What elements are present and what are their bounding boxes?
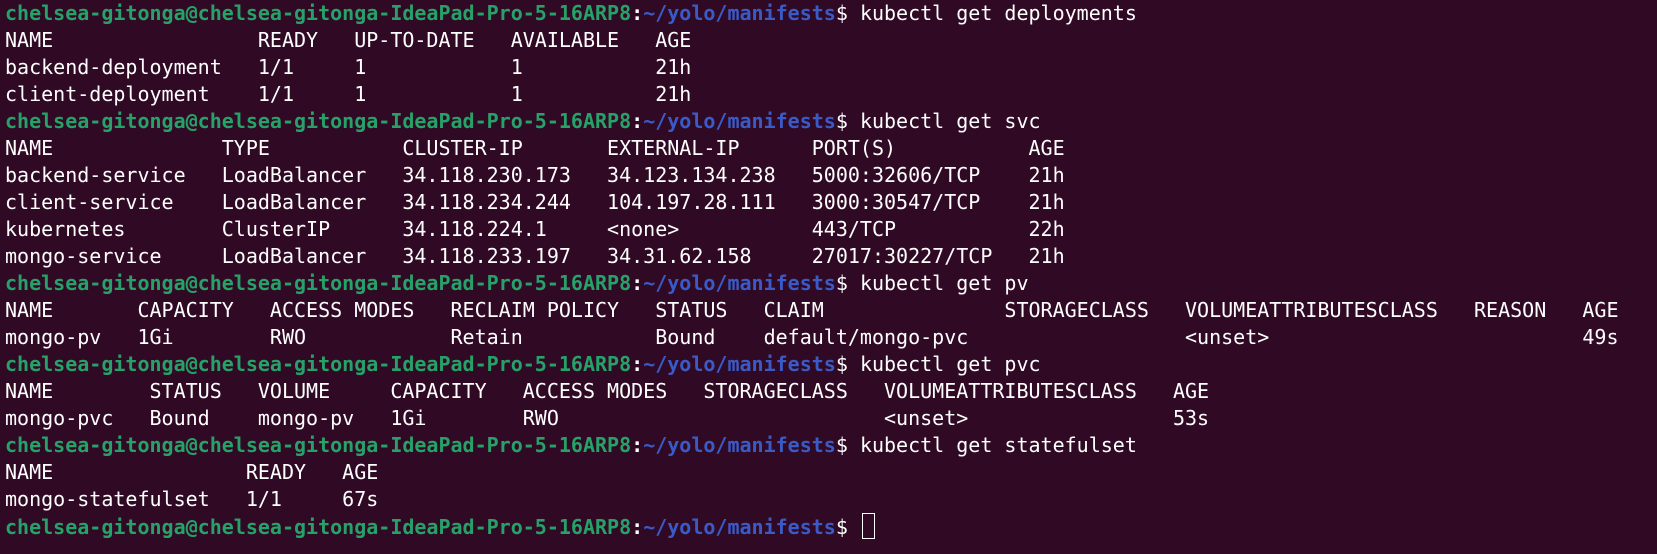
prompt-user-host: chelsea-gitonga@chelsea-gitonga-IdeaPad-… <box>5 1 632 25</box>
prompt-separator: : <box>631 109 644 133</box>
output-line: NAME TYPE CLUSTER-IP EXTERNAL-IP PORT(S)… <box>5 136 1065 160</box>
prompt-path: ~/yolo/manifests <box>643 271 836 295</box>
prompt-user-host: chelsea-gitonga@chelsea-gitonga-IdeaPad-… <box>5 433 632 457</box>
prompt-line: chelsea-gitonga@chelsea-gitonga-IdeaPad-… <box>5 108 1657 135</box>
prompt-symbol: $ <box>835 1 860 25</box>
active-prompt-line[interactable]: chelsea-gitonga@chelsea-gitonga-IdeaPad-… <box>5 513 1657 540</box>
output-line: backend-deployment 1/1 1 1 21h <box>5 55 692 79</box>
prompt-path: ~/yolo/manifests <box>643 515 836 539</box>
output-line: backend-service LoadBalancer 34.118.230.… <box>5 163 1065 187</box>
prompt-separator: : <box>631 352 644 376</box>
terminal-window[interactable]: chelsea-gitonga@chelsea-gitonga-IdeaPad-… <box>0 0 1657 554</box>
output-line: client-deployment 1/1 1 1 21h <box>5 82 692 106</box>
prompt-line: chelsea-gitonga@chelsea-gitonga-IdeaPad-… <box>5 351 1657 378</box>
output-line: kubernetes ClusterIP 34.118.224.1 <none>… <box>5 217 1065 241</box>
output-line: NAME READY AGE <box>5 460 379 484</box>
output-line: client-service LoadBalancer 34.118.234.2… <box>5 190 1065 214</box>
prompt-path: ~/yolo/manifests <box>643 433 836 457</box>
command-text: kubectl get pvc <box>859 352 1041 376</box>
output-line: NAME READY UP-TO-DATE AVAILABLE AGE <box>5 28 692 52</box>
command-text: kubectl get statefulset <box>859 433 1137 457</box>
command-text: kubectl get deployments <box>859 1 1137 25</box>
output-line: mongo-service LoadBalancer 34.118.233.19… <box>5 244 1065 268</box>
prompt-user-host: chelsea-gitonga@chelsea-gitonga-IdeaPad-… <box>5 271 632 295</box>
prompt-user-host: chelsea-gitonga@chelsea-gitonga-IdeaPad-… <box>5 515 632 539</box>
prompt-user-host: chelsea-gitonga@chelsea-gitonga-IdeaPad-… <box>5 109 632 133</box>
output-line: NAME CAPACITY ACCESS MODES RECLAIM POLIC… <box>5 298 1619 322</box>
prompt-separator: : <box>631 433 644 457</box>
output-line: NAME STATUS VOLUME CAPACITY ACCESS MODES… <box>5 379 1210 403</box>
prompt-separator: : <box>631 515 644 539</box>
prompt-symbol: $ <box>835 352 860 376</box>
prompt-symbol: $ <box>835 433 860 457</box>
prompt-path: ~/yolo/manifests <box>643 352 836 376</box>
output-line: mongo-pvc Bound mongo-pv 1Gi RWO <unset>… <box>5 406 1210 430</box>
prompt-symbol: $ <box>835 271 860 295</box>
prompt-user-host: chelsea-gitonga@chelsea-gitonga-IdeaPad-… <box>5 352 632 376</box>
prompt-symbol: $ <box>835 515 860 539</box>
prompt-separator: : <box>631 1 644 25</box>
command-text: kubectl get pv <box>859 271 1029 295</box>
prompt-line: chelsea-gitonga@chelsea-gitonga-IdeaPad-… <box>5 0 1657 27</box>
prompt-symbol: $ <box>835 109 860 133</box>
prompt-path: ~/yolo/manifests <box>643 1 836 25</box>
prompt-line: chelsea-gitonga@chelsea-gitonga-IdeaPad-… <box>5 270 1657 297</box>
output-line: mongo-pv 1Gi RWO Retain Bound default/mo… <box>5 325 1619 349</box>
prompt-path: ~/yolo/manifests <box>643 109 836 133</box>
prompt-separator: : <box>631 271 644 295</box>
text-cursor <box>861 513 875 539</box>
command-text: kubectl get svc <box>859 109 1041 133</box>
output-line: mongo-statefulset 1/1 67s <box>5 487 379 511</box>
prompt-line: chelsea-gitonga@chelsea-gitonga-IdeaPad-… <box>5 432 1657 459</box>
